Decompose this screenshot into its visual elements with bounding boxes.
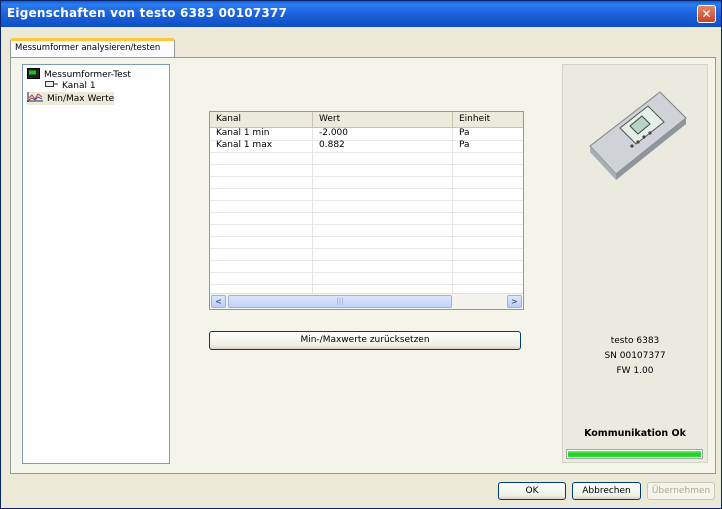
cell-wert: -2.000 [313, 128, 453, 140]
cell-kanal: Kanal 1 max [210, 140, 313, 152]
scroll-right-button[interactable]: > [507, 295, 522, 308]
table-header: Kanal Wert Einheit [210, 112, 523, 128]
channel-icon [45, 80, 58, 91]
tree-item-kanal-1[interactable]: Kanal 1 [45, 80, 96, 91]
ok-button[interactable]: OK [498, 482, 566, 500]
communication-status: Kommunikation Ok [584, 428, 686, 439]
title-bar[interactable]: Eigenschaften von testo 6383 00107377 ✕ [1, 1, 721, 27]
device-name: testo 6383 [610, 336, 660, 346]
close-button[interactable]: ✕ [697, 5, 716, 23]
column-header-einheit[interactable]: Einheit [453, 112, 523, 127]
device-image [578, 88, 693, 191]
column-header-wert[interactable]: Wert [313, 112, 453, 127]
column-header-kanal[interactable]: Kanal [210, 112, 313, 127]
cell-einheit: Pa [459, 140, 470, 150]
cancel-button[interactable]: Abbrechen [572, 482, 641, 500]
progress-fill [568, 451, 701, 457]
apply-button[interactable]: Übernehmen [647, 482, 715, 500]
tree-item-label: Min/Max Werte [47, 93, 115, 104]
cell-wert: 0.882 [313, 140, 453, 152]
min-max-table[interactable]: Kanal Wert Einheit Kanal 1 min -2.000 Pa… [209, 111, 524, 310]
scroll-thumb[interactable]: ||| [228, 295, 452, 308]
chevron-left-icon: < [215, 297, 222, 306]
tree-view[interactable]: Messumformer-Test Kanal 1 Min/Max Werte [22, 64, 170, 464]
tab-analyse-test[interactable]: Messumformer analysieren/testen [10, 38, 175, 57]
scroll-left-button[interactable]: < [211, 295, 226, 308]
device-serial: SN 00107377 [604, 351, 666, 361]
chevron-right-icon: > [511, 297, 518, 306]
tree-item-label: Kanal 1 [62, 80, 96, 91]
close-icon: ✕ [701, 7, 712, 21]
horizontal-scrollbar[interactable]: < ||| > [210, 293, 523, 309]
cell-einheit: Pa [459, 128, 470, 138]
device-firmware: FW 1.00 [616, 366, 654, 376]
reset-min-max-button[interactable]: Min-/Maxwerte zurücksetzen [209, 331, 521, 350]
device-icon [27, 68, 40, 82]
tree-item-label: Messumformer-Test [44, 70, 131, 80]
cell-kanal: Kanal 1 min [210, 128, 313, 140]
tree-item-min-max-werte[interactable]: Min/Max Werte [27, 92, 115, 105]
window-title: Eigenschaften von testo 6383 00107377 [7, 6, 288, 20]
chart-icon [27, 92, 43, 105]
communication-progress-bar [566, 449, 703, 459]
